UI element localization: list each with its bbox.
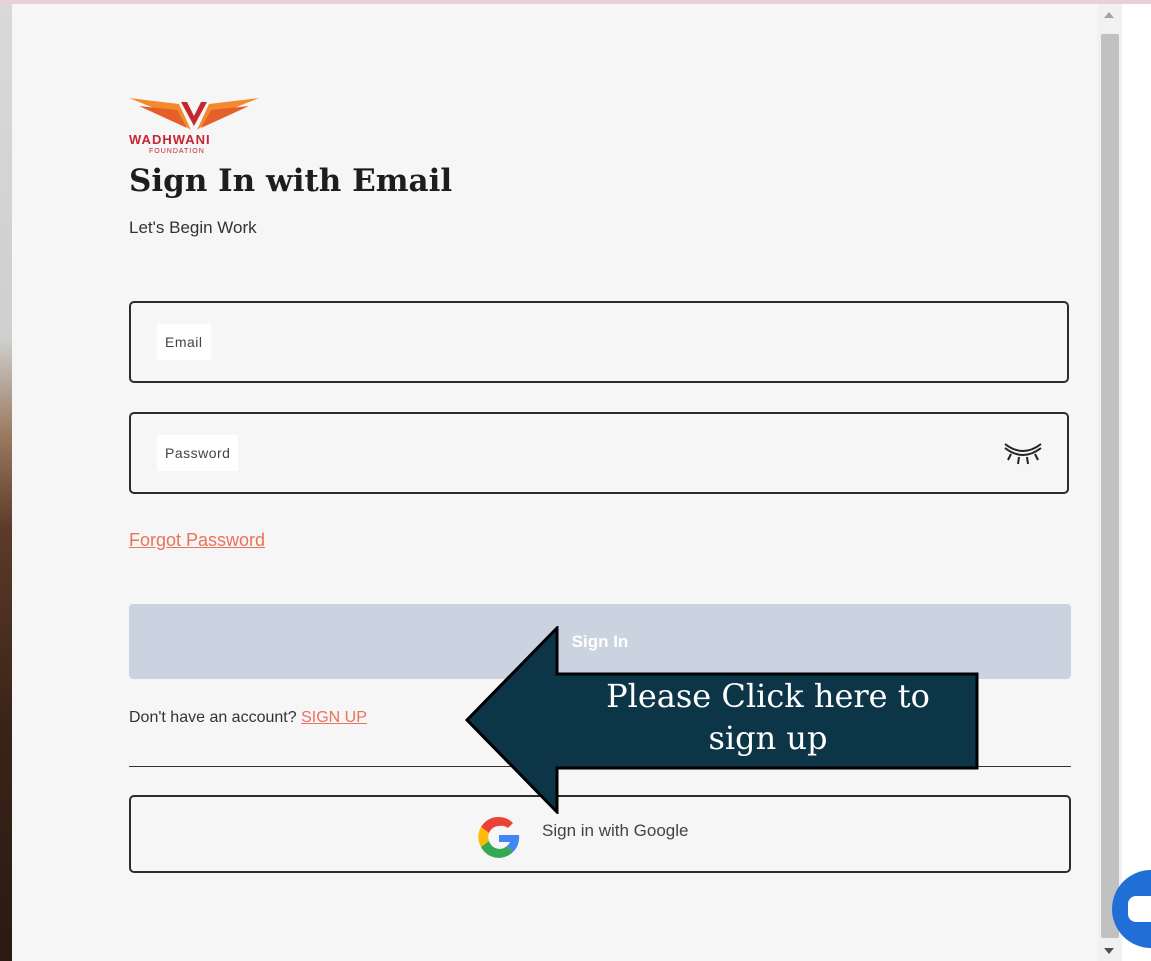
password-field[interactable]: Password (129, 412, 1069, 494)
page-subtitle: Let's Begin Work (129, 218, 257, 237)
annotation-text: Please Click here to sign up (562, 675, 974, 759)
password-label: Password (157, 435, 239, 471)
logo-subtext: FOUNDATION (149, 148, 205, 155)
email-label: Email (157, 324, 211, 360)
wings-icon (129, 98, 259, 130)
wadhwani-logo: WADHWANI FOUNDATION (129, 96, 259, 158)
email-field[interactable]: Email (129, 301, 1069, 383)
google-icon (478, 816, 520, 858)
scroll-down-icon[interactable] (1104, 948, 1114, 954)
eye-closed-icon[interactable] (1001, 440, 1045, 468)
google-signin-label: Sign in with Google (542, 821, 689, 840)
page-title: Sign In with Email (129, 163, 453, 199)
page-margin (1122, 4, 1151, 961)
scrollbar-thumb[interactable] (1101, 34, 1119, 938)
sign-up-link[interactable]: SIGN UP (301, 709, 367, 726)
background-photo-edge (0, 4, 12, 961)
annotation-line-2: sign up (708, 719, 828, 757)
scroll-up-icon[interactable] (1104, 12, 1114, 18)
annotation-line-1: Please Click here to (606, 677, 930, 715)
forgot-password-link[interactable]: Forgot Password (129, 530, 265, 551)
chat-bubble-icon[interactable] (1128, 896, 1151, 922)
no-account-text: Don't have an account? (129, 709, 297, 726)
logo-wordmark: WADHWANI (129, 132, 211, 147)
no-account-prompt: Don't have an account? SIGN UP (129, 709, 367, 727)
